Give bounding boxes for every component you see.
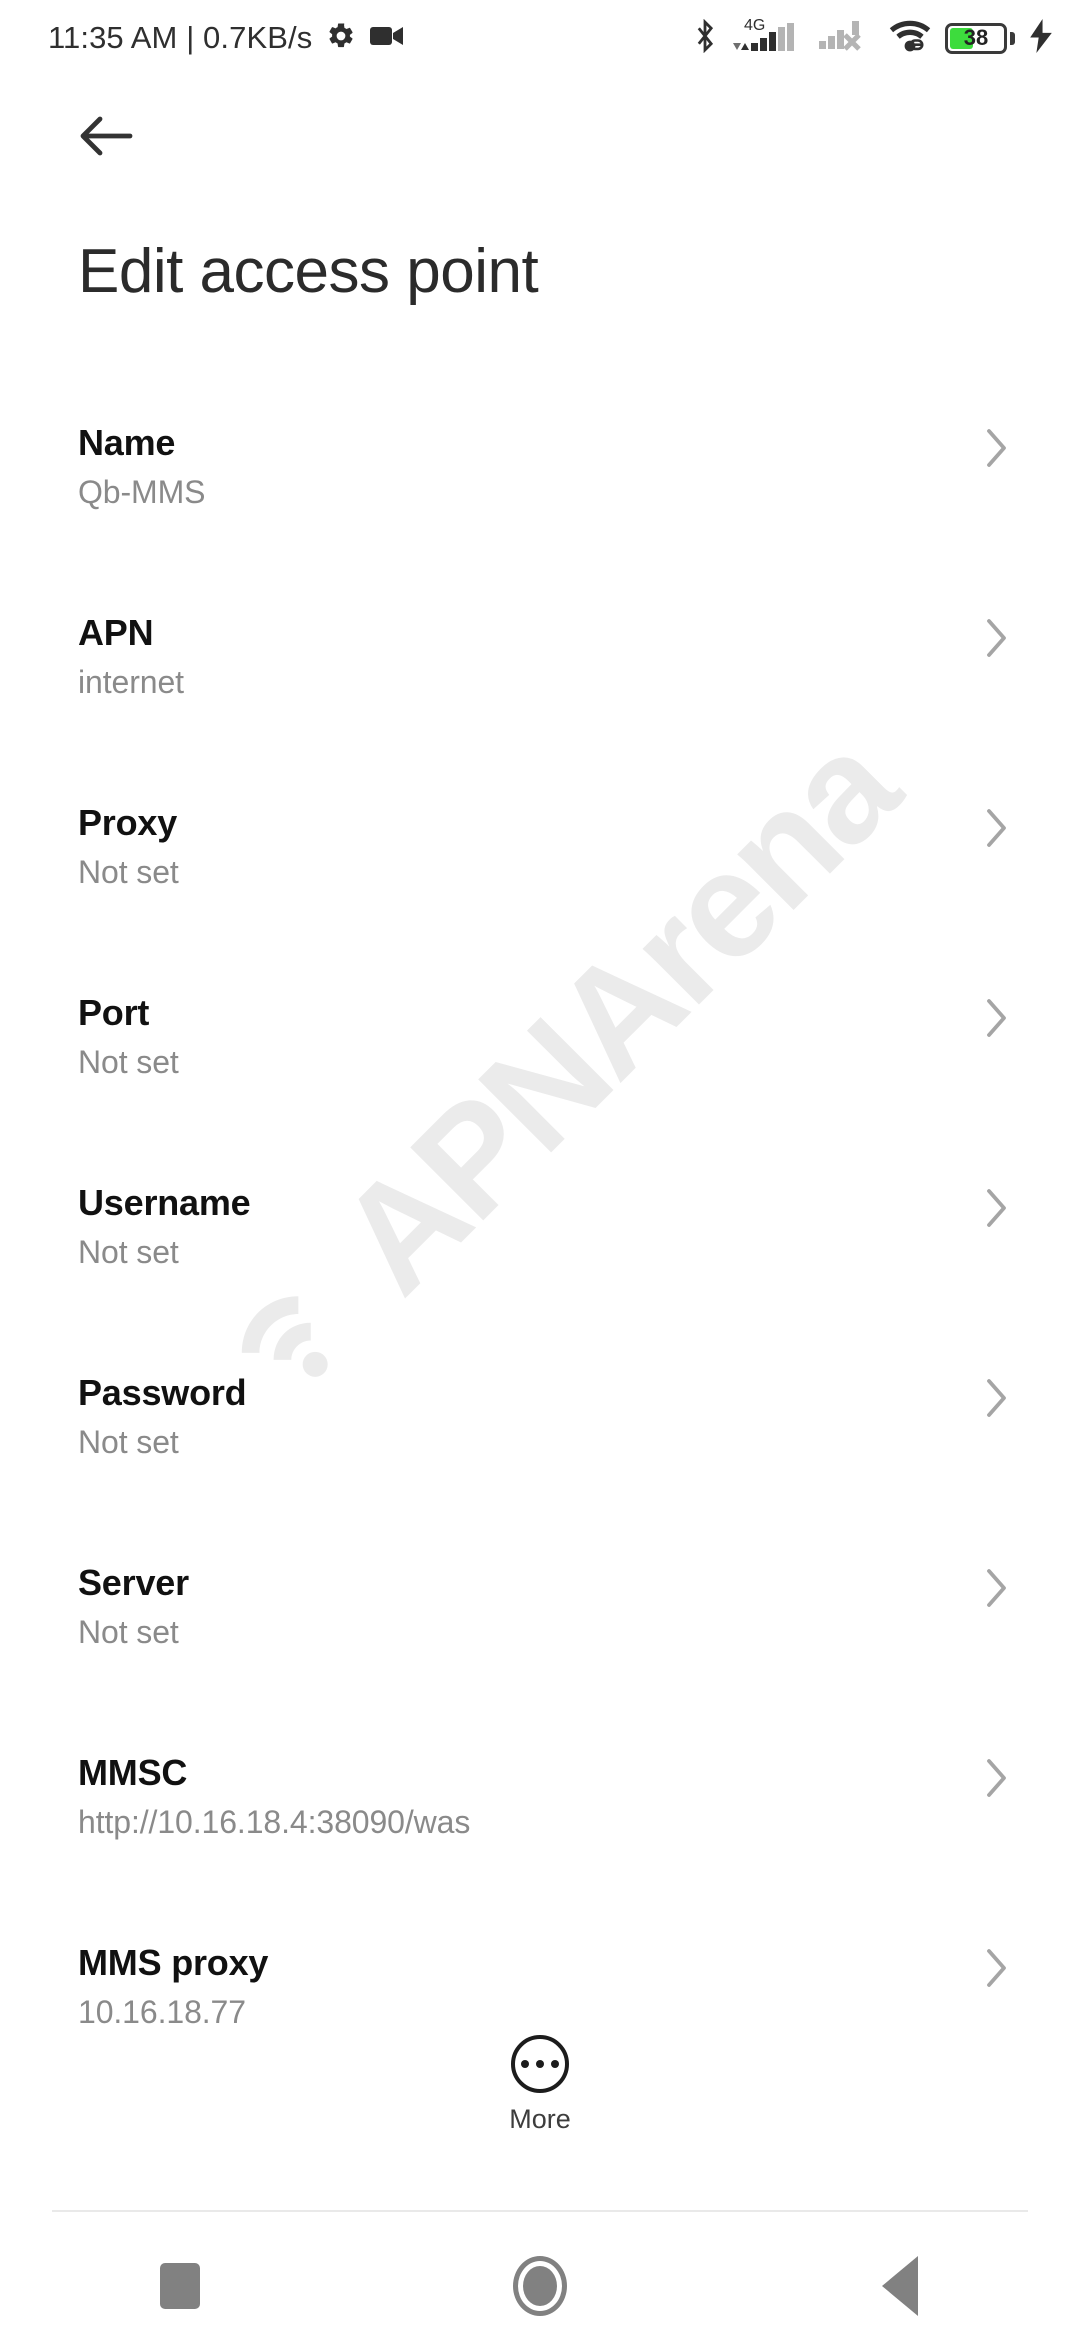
video-camera-icon bbox=[370, 24, 404, 53]
charging-bolt-icon bbox=[1028, 18, 1054, 58]
list-row-server[interactable]: Server Not set bbox=[0, 1540, 1080, 1730]
dot bbox=[551, 2060, 559, 2068]
settings-list: Name Qb-MMS APN internet Proxy Not set P… bbox=[0, 400, 1080, 2110]
list-row-apn[interactable]: APN internet bbox=[0, 590, 1080, 780]
status-bar-right: 4G 38 bbox=[693, 17, 1054, 60]
back-arrow-icon bbox=[80, 116, 133, 156]
status-bar-left: 11:35 AM | 0.7KB/s bbox=[48, 20, 693, 56]
row-value: Qb-MMS bbox=[78, 474, 206, 510]
more-dots-circle-icon bbox=[511, 2035, 569, 2093]
row-label: Port bbox=[78, 992, 150, 1033]
dot bbox=[521, 2060, 529, 2068]
gear-icon bbox=[326, 21, 356, 56]
row-value: Not set bbox=[78, 1044, 179, 1080]
dot bbox=[536, 2060, 544, 2068]
chevron-right-icon bbox=[986, 808, 1008, 853]
row-value: 10.16.18.77 bbox=[78, 1994, 246, 2030]
signal-bars-4g-icon: 4G bbox=[730, 17, 804, 57]
back-triangle-icon bbox=[882, 2256, 918, 2316]
row-value: http://10.16.18.4:38090/was bbox=[78, 1804, 471, 1840]
more-button[interactable]: More bbox=[0, 2035, 1080, 2135]
page-title: Edit access point bbox=[78, 237, 539, 306]
more-label: More bbox=[509, 2104, 571, 2134]
row-value: internet bbox=[78, 664, 184, 700]
row-value: Not set bbox=[78, 854, 179, 890]
chevron-right-icon bbox=[986, 998, 1008, 1043]
chevron-right-icon bbox=[986, 1378, 1008, 1423]
chevron-right-icon bbox=[986, 1758, 1008, 1803]
row-label: Password bbox=[78, 1372, 247, 1413]
phone-screen: 11:35 AM | 0.7KB/s 4G 38 Edit access poi… bbox=[0, 0, 1080, 2340]
status-clock: 11:35 AM | 0.7KB/s bbox=[48, 20, 313, 55]
list-row-username[interactable]: Username Not set bbox=[0, 1160, 1080, 1350]
row-label: Proxy bbox=[78, 802, 178, 843]
chevron-right-icon bbox=[986, 618, 1008, 663]
row-label: MMS proxy bbox=[78, 1942, 269, 1983]
row-value: Not set bbox=[78, 1424, 179, 1460]
home-circle-icon bbox=[513, 2256, 567, 2316]
row-label: Server bbox=[78, 1562, 189, 1603]
list-row-mmsc[interactable]: MMSC http://10.16.18.4:38090/was bbox=[0, 1730, 1080, 1920]
wifi-connected-icon bbox=[888, 18, 932, 59]
bottom-divider bbox=[52, 2210, 1028, 2212]
chevron-right-icon bbox=[986, 1568, 1008, 1613]
list-row-proxy[interactable]: Proxy Not set bbox=[0, 780, 1080, 970]
battery-icon: 38 bbox=[945, 22, 1015, 54]
chevron-right-icon bbox=[986, 1188, 1008, 1233]
nav-home-button[interactable] bbox=[360, 2232, 720, 2340]
row-label: APN bbox=[78, 612, 154, 653]
signal-bars-no-service-icon bbox=[817, 17, 875, 60]
app-bar bbox=[0, 76, 1080, 196]
back-button[interactable] bbox=[68, 98, 144, 174]
recents-square-icon bbox=[160, 2263, 200, 2309]
battery-body: 38 bbox=[945, 22, 1007, 54]
chevron-right-icon bbox=[986, 1948, 1008, 1993]
row-label: MMSC bbox=[78, 1752, 188, 1793]
list-row-password[interactable]: Password Not set bbox=[0, 1350, 1080, 1540]
list-row-port[interactable]: Port Not set bbox=[0, 970, 1080, 1160]
status-bar: 11:35 AM | 0.7KB/s 4G 38 bbox=[0, 0, 1080, 76]
row-value: Not set bbox=[78, 1614, 179, 1650]
list-row-name[interactable]: Name Qb-MMS bbox=[0, 400, 1080, 590]
nav-recents-button[interactable] bbox=[0, 2232, 360, 2340]
battery-cap bbox=[1010, 31, 1015, 45]
row-label: Username bbox=[78, 1182, 251, 1223]
nav-back-button[interactable] bbox=[720, 2232, 1080, 2340]
row-label: Name bbox=[78, 422, 176, 463]
chevron-right-icon bbox=[986, 428, 1008, 473]
row-value: Not set bbox=[78, 1234, 179, 1270]
navigation-bar bbox=[0, 2232, 1080, 2340]
bluetooth-icon bbox=[693, 18, 717, 58]
battery-level-label: 38 bbox=[963, 25, 989, 50]
